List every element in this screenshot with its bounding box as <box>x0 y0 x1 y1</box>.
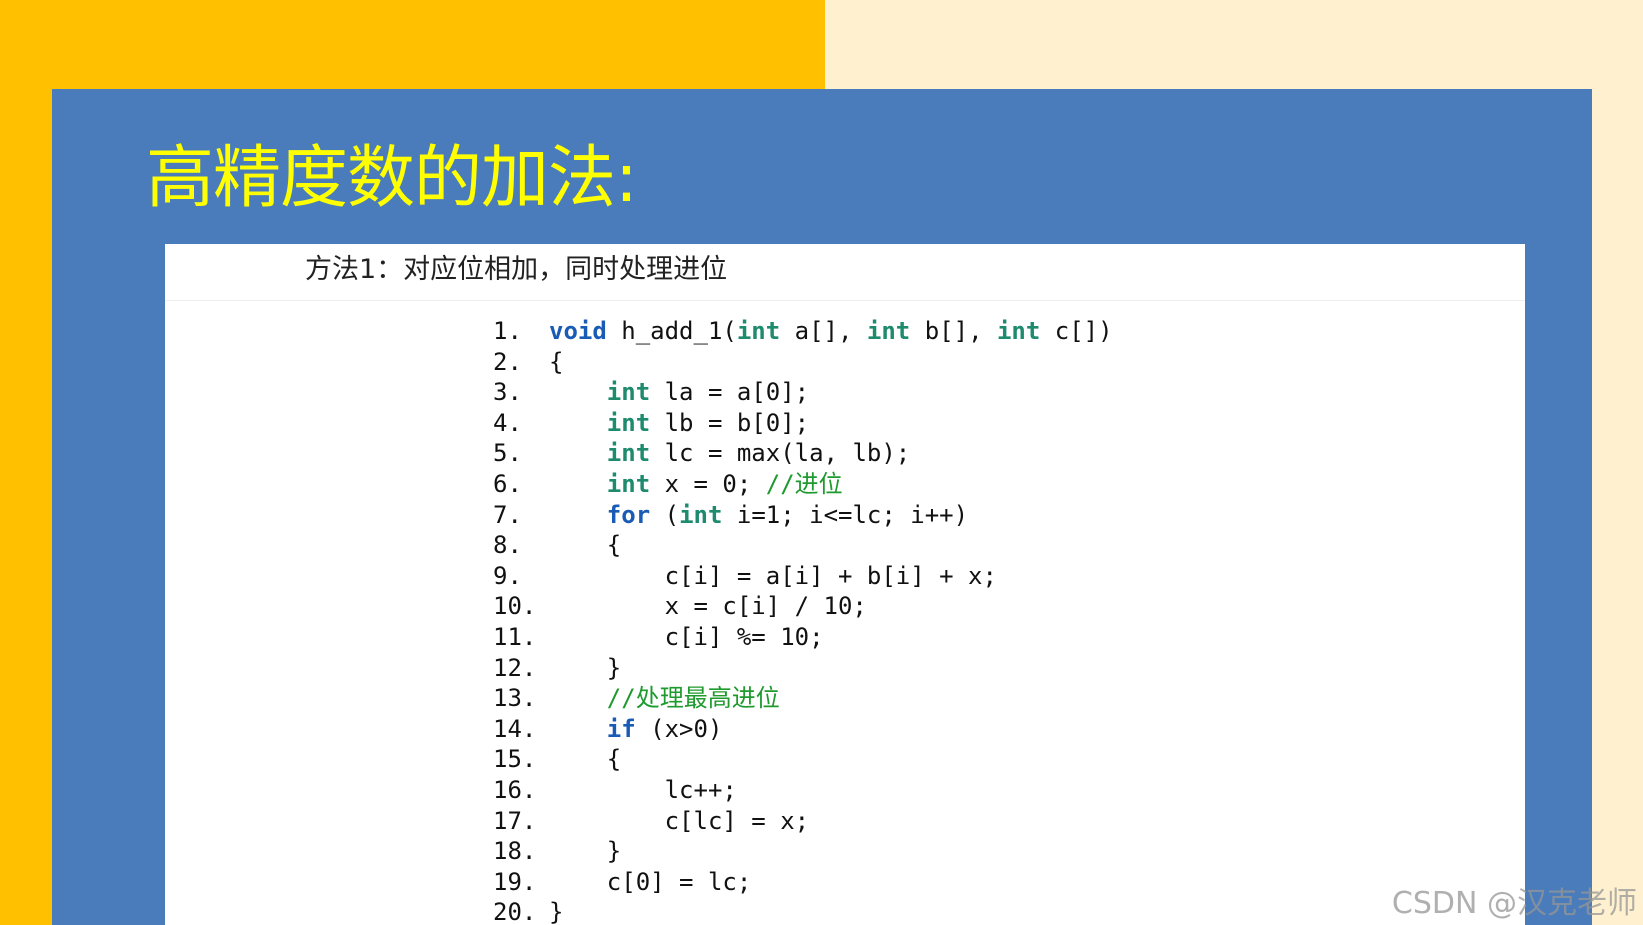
code-keyword: int <box>679 500 723 529</box>
line-number: 6. <box>493 469 522 498</box>
code-text: { <box>549 745 622 774</box>
line-number: 17. <box>493 806 537 835</box>
code-keyword: int <box>996 317 1041 345</box>
content-card: 方法1：对应位相加，同时处理进位 1. void h_add_1(int a[],… <box>165 244 1525 925</box>
method-header: 方法1：对应位相加，同时处理进位 <box>165 244 1525 301</box>
line-number: 19. <box>493 867 537 896</box>
code-comment: //处理最高进位 <box>606 684 780 713</box>
line-number: 14. <box>493 714 537 743</box>
code-line: 4. int lb = b[0]; <box>493 408 1113 439</box>
code-keyword: if <box>606 714 636 743</box>
slide-title: 高精度数的加法: <box>146 139 638 218</box>
code-text: a[], <box>780 317 867 345</box>
code-text: { <box>549 531 622 560</box>
code-line: 16. lc++; <box>493 775 1113 806</box>
code-text: c[lc] = x; <box>549 806 810 835</box>
code-text: i=1; i<=lc; i++) <box>722 500 969 529</box>
line-number: 15. <box>493 745 537 774</box>
line-number: 3. <box>493 378 522 407</box>
code-keyword: int <box>606 469 651 498</box>
code-line: 5. int lc = max(la, lb); <box>493 438 1113 469</box>
code-line: 10. x = c[i] / 10; <box>493 591 1113 622</box>
code-text: x = 0; <box>650 469 766 498</box>
code-keyword: int <box>606 378 651 407</box>
code-block: 1. void h_add_1(int a[], int b[], int c[]… <box>493 316 1113 925</box>
line-number: 13. <box>493 684 537 713</box>
code-keyword: int <box>736 317 781 345</box>
code-text: b[], <box>910 317 997 345</box>
code-line: 8. { <box>493 530 1113 561</box>
code-line: 20.} <box>493 897 1113 925</box>
watermark: CSDN @汉克老师 <box>1391 886 1637 921</box>
line-number: 1. <box>493 317 522 345</box>
code-text: { <box>549 347 564 376</box>
code-keyword: int <box>606 408 651 437</box>
code-text: c[i] %= 10; <box>549 622 824 651</box>
line-number: 5. <box>493 439 522 468</box>
code-text: x = c[i] / 10; <box>549 592 867 621</box>
code-keyword: void <box>549 317 607 345</box>
code-keyword: int <box>866 317 911 345</box>
code-text: } <box>549 653 622 682</box>
code-text: la = a[0]; <box>650 378 810 407</box>
code-text: (x>0) <box>635 714 723 743</box>
code-line: 9. c[i] = a[i] + b[i] + x; <box>493 561 1113 592</box>
line-number: 8. <box>493 531 522 560</box>
code-line: 18. } <box>493 836 1113 867</box>
code-comment: //进位 <box>765 469 843 498</box>
code-text: } <box>549 898 564 925</box>
code-text: lc = max(la, lb); <box>650 439 911 468</box>
line-number: 18. <box>493 837 537 866</box>
code-line: 11. c[i] %= 10; <box>493 622 1113 653</box>
code-text: c[]) <box>1040 317 1113 345</box>
code-line: 3. int la = a[0]; <box>493 377 1113 408</box>
line-number: 12. <box>493 653 537 682</box>
code-text: ( <box>650 500 680 529</box>
code-keyword: for <box>606 500 651 529</box>
code-text: c[0] = lc; <box>549 867 752 896</box>
line-number: 7. <box>493 500 522 529</box>
code-line: 15. { <box>493 744 1113 775</box>
code-text: lb = b[0]; <box>650 408 810 437</box>
code-text: } <box>549 837 622 866</box>
method-description: 方法1：对应位相加，同时处理进位 <box>305 254 728 285</box>
code-line: 6. int x = 0; //进位 <box>493 469 1113 500</box>
code-line: 19. c[0] = lc; <box>493 867 1113 898</box>
line-number: 20. <box>493 898 537 925</box>
code-line: 12. } <box>493 653 1113 684</box>
code-line: 14. if (x>0) <box>493 714 1113 745</box>
code-text: h_add_1( <box>606 317 737 345</box>
line-number: 11. <box>493 622 537 651</box>
code-text: lc++; <box>549 775 737 804</box>
code-line: 7. for (int i=1; i<=lc; i++) <box>493 500 1113 531</box>
line-number: 10. <box>493 592 537 621</box>
code-line: 17. c[lc] = x; <box>493 806 1113 837</box>
line-number: 16. <box>493 775 537 804</box>
line-number: 4. <box>493 408 522 437</box>
line-number: 2. <box>493 347 522 376</box>
code-line: 13. //处理最高进位 <box>493 683 1113 714</box>
line-number: 9. <box>493 561 522 590</box>
code-text: c[i] = a[i] + b[i] + x; <box>549 561 997 590</box>
code-line: 1. void h_add_1(int a[], int b[], int c[]… <box>493 316 1113 347</box>
code-keyword: int <box>606 439 651 468</box>
code-line: 2. { <box>493 347 1113 378</box>
